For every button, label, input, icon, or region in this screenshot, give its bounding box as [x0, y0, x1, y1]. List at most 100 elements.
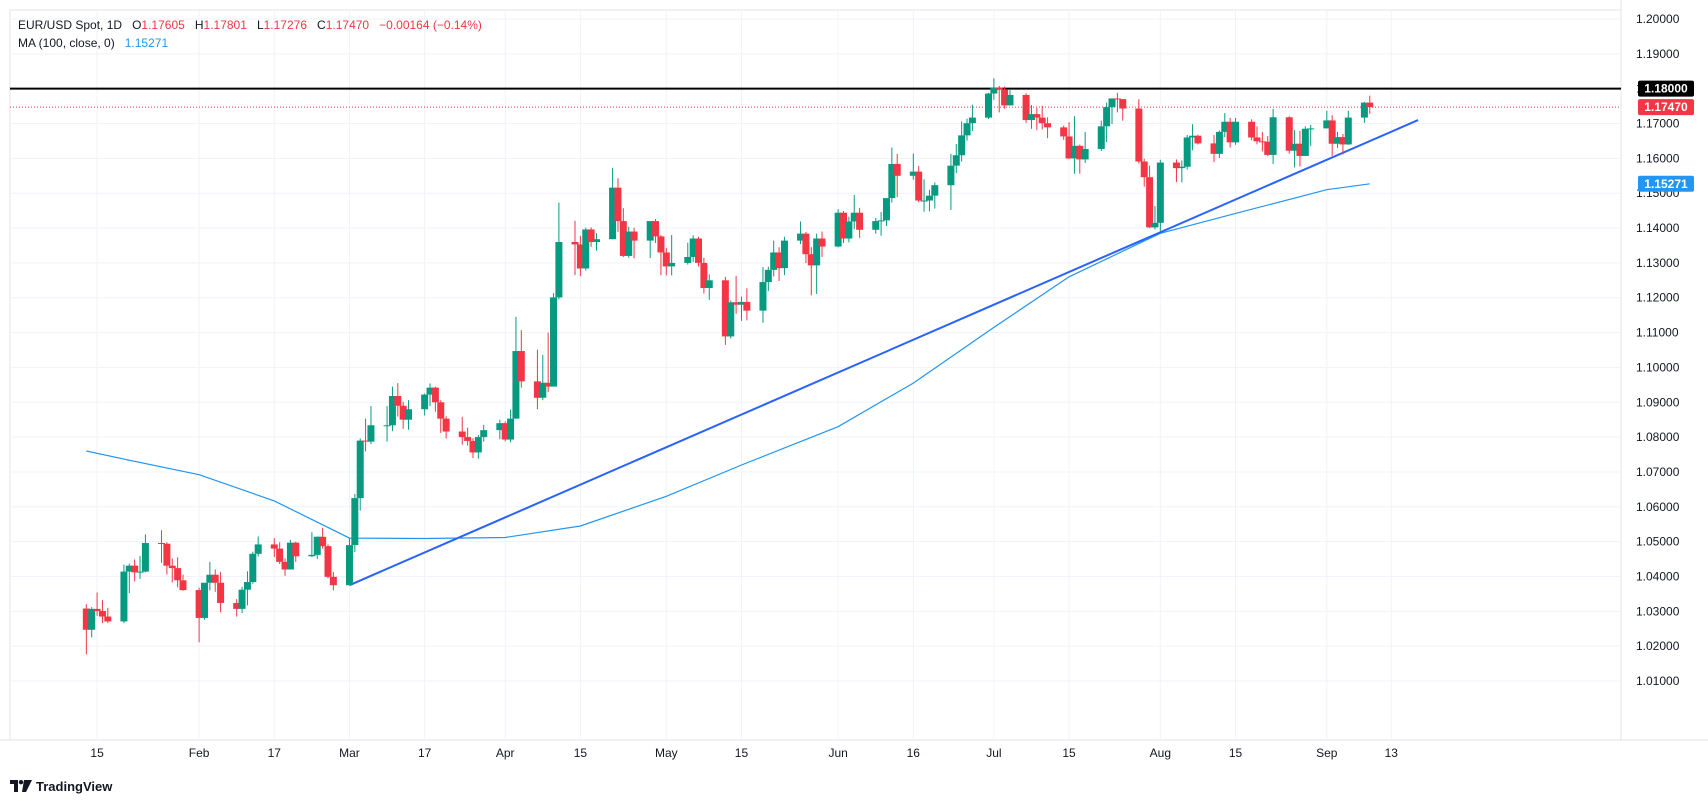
candle-body [985, 93, 992, 118]
candle-body [1135, 108, 1143, 162]
candle [533, 349, 541, 410]
candle [539, 354, 547, 401]
candle-body [383, 425, 391, 427]
candle [120, 564, 128, 624]
y-tick-label: 1.08000 [1636, 430, 1680, 444]
candle-body [963, 123, 971, 136]
ma100-line [86, 183, 1370, 540]
candle-body [947, 165, 955, 186]
candle [388, 386, 396, 432]
candle [249, 551, 257, 584]
candle-body [437, 402, 445, 419]
candle-body [872, 221, 880, 230]
candle-body [211, 574, 219, 583]
high-value: 1.17801 [203, 18, 247, 32]
candle [985, 92, 992, 119]
candle-body [1097, 126, 1105, 149]
resistance-price-tag-label: 1.18000 [1644, 82, 1688, 96]
candle-body [995, 87, 1003, 90]
candle-body [217, 582, 225, 603]
ma-price-tag: 1.15271 [1638, 175, 1694, 192]
candle-body [759, 282, 767, 311]
candle-body [571, 241, 579, 245]
candle-body [174, 568, 182, 581]
candle-body [1194, 135, 1202, 144]
candle-body [630, 231, 638, 241]
candle-body [1146, 177, 1154, 228]
candle-body [141, 543, 149, 572]
y-tick-label: 1.05000 [1636, 535, 1680, 549]
candle-body [555, 241, 563, 298]
candle-body [802, 233, 810, 255]
low-label: L [256, 18, 264, 32]
y-tick-label: 1.04000 [1636, 569, 1680, 583]
chart-area[interactable]: 15 Feb 17 Mar 17 Apr 15 May 15 Jun 16 Jul 15 Aug 15 Sep… [0, 0, 1708, 803]
candle [872, 217, 880, 234]
candle-body [1248, 121, 1256, 138]
candle-body [1344, 117, 1352, 145]
candle [131, 559, 139, 582]
candle-body [1006, 94, 1014, 106]
candle-body [845, 221, 853, 239]
candle [1248, 119, 1256, 141]
candle [351, 493, 359, 553]
x-tick-label: Apr [496, 746, 515, 760]
candle-body [179, 580, 187, 591]
candle-body [1178, 166, 1186, 169]
x-tick-label: Aug [1150, 746, 1171, 760]
candle [700, 257, 708, 294]
candle-body [163, 543, 171, 566]
y-tick-label: 1.12000 [1636, 291, 1680, 305]
candle-body [925, 195, 933, 201]
y-tick-label: 1.03000 [1636, 604, 1680, 618]
tradingview-logo-text: TradingView [36, 778, 113, 794]
candle-body [968, 117, 976, 124]
open-value: 1.17605 [141, 18, 185, 32]
candle-body [238, 589, 246, 609]
candle [931, 182, 939, 209]
y-tick-label: 1.17000 [1636, 117, 1680, 131]
candle [727, 300, 735, 339]
close-label: C [317, 18, 326, 32]
candle [319, 527, 327, 549]
candle-body [480, 430, 488, 438]
candlestick-chart[interactable]: 15 Feb 17 Mar 17 Apr 15 May 15 Jun 16 Jul 15 Aug 15 Sep… [0, 0, 1708, 803]
candle-body [931, 185, 939, 196]
change-value: −0.00164 (−0.14%) [379, 18, 482, 32]
candle-body [856, 212, 864, 230]
x-tick-label: 17 [268, 746, 282, 760]
candle [695, 236, 703, 267]
candle [254, 536, 262, 557]
candle-body [292, 542, 300, 557]
candle-body [1103, 107, 1111, 127]
candle-body [136, 571, 144, 573]
candle-body [120, 571, 128, 622]
y-tick-label: 1.06000 [1636, 500, 1680, 514]
candle-body [1060, 127, 1068, 137]
x-axis: 15 Feb 17 Mar 17 Apr 15 May 15 Jun 16 Jul 15 Aug 15 Sep… [90, 746, 1398, 760]
candle-body [1038, 117, 1046, 124]
series-layer [10, 78, 1621, 655]
x-tick-label: Sep [1316, 746, 1338, 760]
candle-body [356, 440, 364, 499]
candle-body [550, 297, 558, 387]
candle-body [1033, 114, 1041, 118]
y-tick-label: 1.11000 [1636, 326, 1679, 340]
x-tick-label: 15 [1062, 746, 1076, 760]
candle-body [200, 582, 208, 618]
candle-body [1215, 131, 1223, 154]
symbol-title: EUR/USD Spot, 1D [18, 18, 123, 32]
candle [238, 586, 246, 614]
candle-body [764, 269, 772, 283]
y-tick-label: 1.13000 [1636, 256, 1680, 270]
candle-body [88, 608, 96, 630]
candle [1232, 117, 1240, 145]
y-tick-label: 1.14000 [1636, 221, 1680, 235]
candle-body [652, 221, 660, 237]
candle [200, 582, 208, 620]
candle [1215, 130, 1223, 159]
candle-body [743, 301, 751, 311]
y-tick-label: 1.10000 [1636, 360, 1680, 374]
low-value: 1.17276 [263, 18, 308, 32]
tradingview-logo[interactable]: TradingView [10, 776, 112, 796]
